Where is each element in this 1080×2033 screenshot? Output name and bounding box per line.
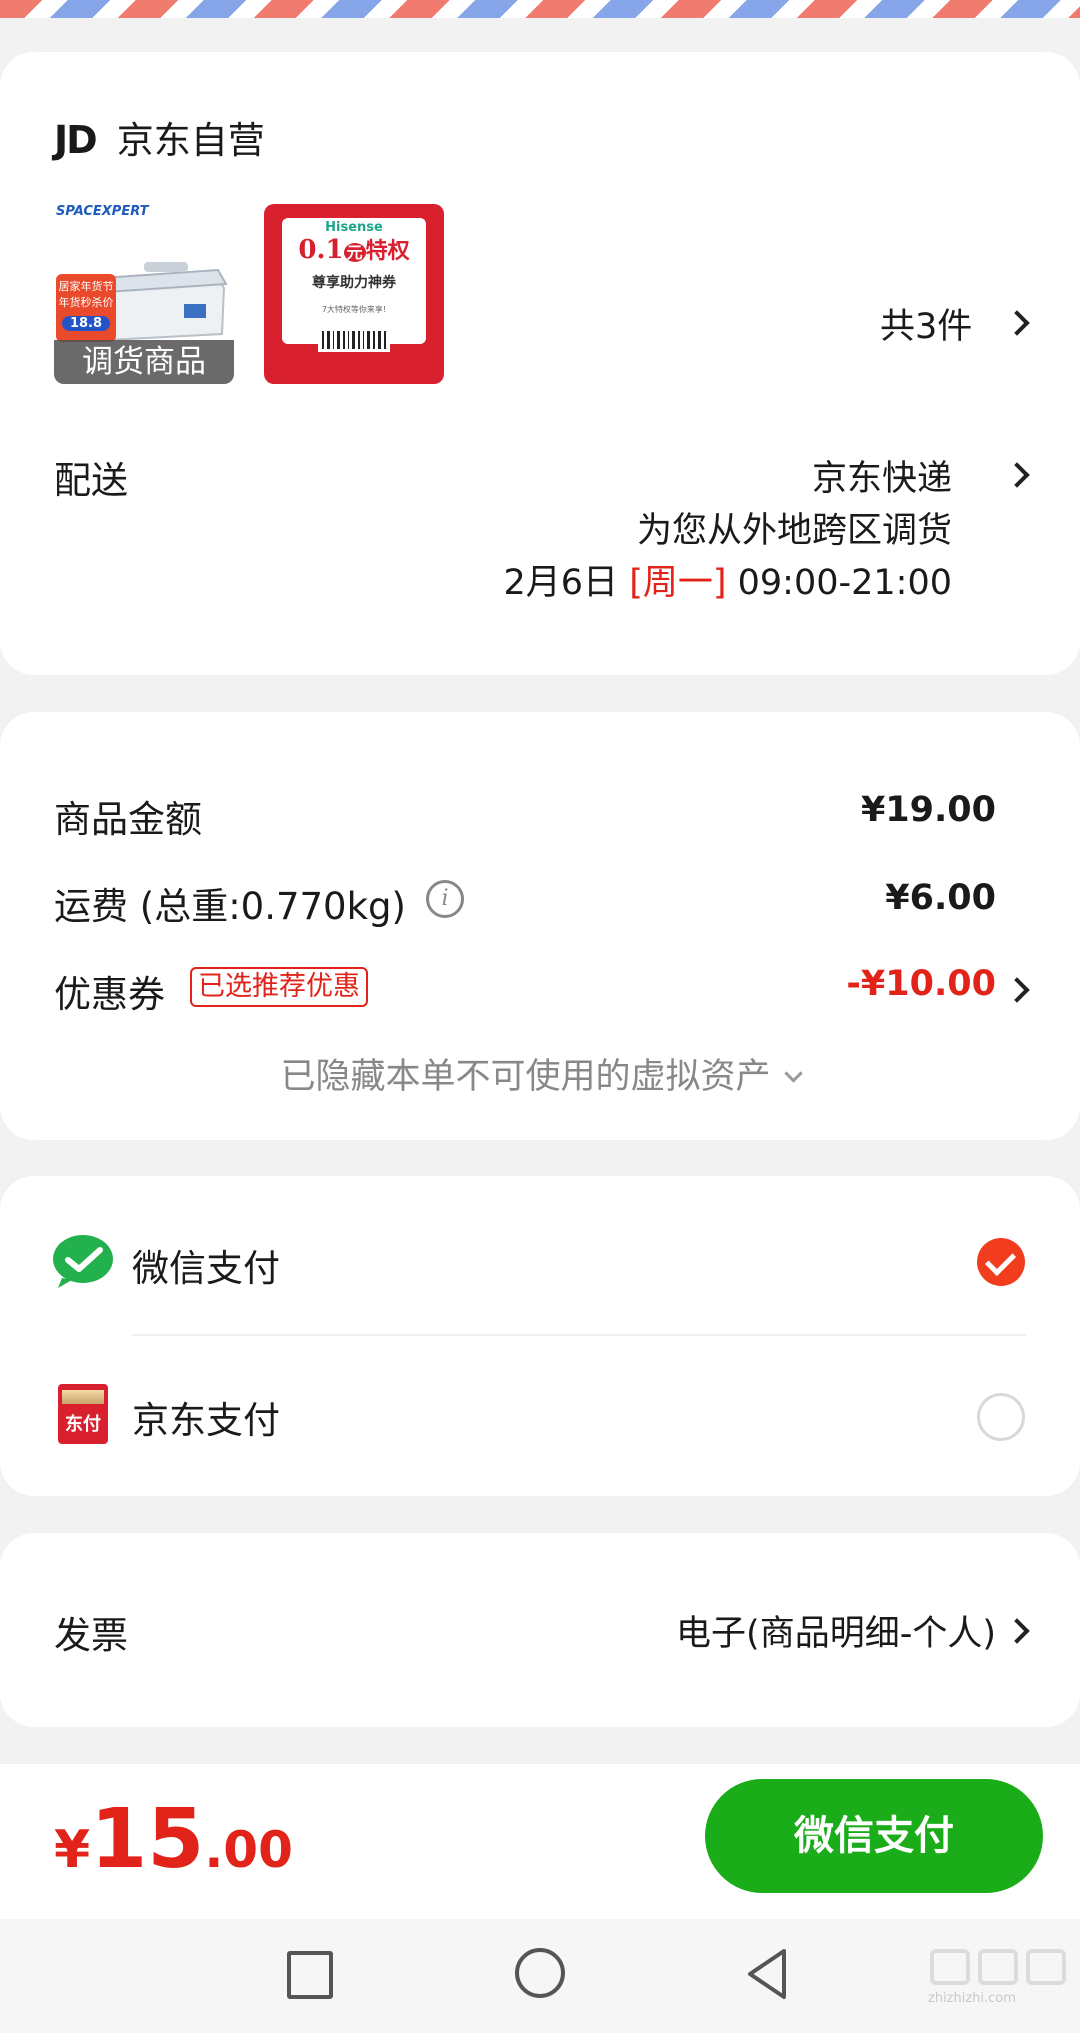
coupon-panel: Hisense 0.1 元特权 尊享助力神券 7大特权等你来享! (282, 218, 426, 344)
shipping-value: ¥6.00 (885, 878, 996, 918)
watermark-glyph (930, 1949, 1066, 1985)
invoice-card[interactable]: 发票 电子(商品明细-个人) (0, 1533, 1080, 1727)
store-name: 京东自营 (116, 119, 265, 162)
goods-amount-value: ¥19.00 (860, 790, 996, 830)
airmail-border (0, 0, 1080, 18)
chevron-down-icon (783, 1064, 803, 1083)
delivery-note: 为您从外地跨区调货 (636, 511, 952, 551)
total-decimal: .00 (204, 1821, 293, 1879)
promo-price: 18.8 (62, 316, 110, 331)
hidden-assets-toggle[interactable]: 已隐藏本单不可使用的虚拟资产 (0, 1048, 1080, 1099)
delivery-label: 配送 (54, 459, 128, 502)
promo-badge-mid: 年货秒杀价 (58, 296, 114, 309)
system-nav-bar: zhizhizhi.com (0, 1919, 1080, 2033)
home-icon[interactable] (515, 1948, 565, 1998)
promo-badge: 居家年货节 年货秒杀价 18.8 (56, 274, 116, 342)
product-thumb-hisense-coupon[interactable]: Hisense 0.1 元特权 尊享助力神券 7大特权等你来享! (264, 204, 444, 384)
promo-badge-top: 居家年货节 (58, 280, 114, 293)
jdpay-icon-text: 东付 (65, 1414, 101, 1435)
transfer-goods-label: 调货商品 (54, 340, 234, 384)
item-count-chevron-icon[interactable] (1004, 310, 1030, 336)
order-card: JD 京东自营 SPACEXPERT 居家年货节 年货秒杀价 18.8 调货商品… (0, 52, 1080, 675)
coupon-title-num: 0.1 (298, 235, 344, 265)
jdpay-icon: 东付 (58, 1384, 108, 1444)
coupon-tag: 已选推荐优惠 (190, 967, 368, 1007)
coupon-chevron-icon[interactable] (1004, 977, 1030, 1003)
product-thumb-storage-box[interactable]: SPACEXPERT 居家年货节 年货秒杀价 18.8 调货商品 (54, 204, 234, 384)
info-icon[interactable]: i (426, 880, 464, 918)
store-header[interactable]: JD 京东自营 (54, 110, 265, 164)
hisense-logo: Hisense (325, 220, 383, 235)
jdpay-icon-band (62, 1390, 104, 1404)
delivery-date: 2月6日 (503, 563, 619, 603)
checkout-bar: ¥15.00 微信支付 (0, 1764, 1080, 1919)
delivery-time: 2月6日 [周一] 09:00-21:00 (504, 554, 953, 605)
hidden-assets-text: 已隐藏本单不可使用的虚拟资产 (280, 1057, 771, 1097)
coupon-fineprint: 7大特权等你来享! (321, 305, 387, 314)
coupon-label: 优惠券 (54, 973, 165, 1016)
delivery-method[interactable]: 京东快递 (812, 450, 952, 501)
payment-option-wechat[interactable]: 微信支付 (0, 1176, 1080, 1326)
coupon-title-unit: 元 (343, 243, 366, 262)
shipping-label: 运费 (总重:0.770kg) (54, 885, 406, 928)
invoice-label: 发票 (54, 1614, 128, 1657)
coupon-title: 0.1 元特权 (282, 235, 426, 268)
coupon-subtitle: 尊享助力神券 (312, 275, 396, 291)
amount-card: 商品金额 ¥19.00 运费 (总重:0.770kg) i ¥6.00 优惠券 … (0, 712, 1080, 1140)
invoice-value: 电子(商品明细-个人) (676, 1614, 996, 1654)
total-price: ¥15.00 (54, 1792, 293, 1887)
delivery-chevron-icon[interactable] (1004, 462, 1030, 488)
payment-option-jdpay[interactable]: 东付 京东支付 (0, 1336, 1080, 1496)
goods-amount-label: 商品金额 (54, 798, 202, 841)
total-currency: ¥ (54, 1820, 91, 1880)
coupon-title-rest: 特权 (365, 238, 410, 264)
total-integer: 15 (90, 1792, 205, 1887)
brand-logo: SPACEXPERT (56, 204, 149, 219)
selected-check-icon[interactable] (977, 1238, 1025, 1286)
back-icon[interactable] (744, 1947, 790, 2001)
coupon-value[interactable]: -¥10.00 (846, 964, 996, 1004)
delivery-window: 09:00-21:00 (737, 563, 952, 603)
wechat-pay-icon (53, 1235, 113, 1288)
invoice-chevron-icon[interactable] (1004, 1618, 1030, 1644)
watermark-text: zhizhizhi.com (928, 1991, 1016, 2006)
jdpay-label: 京东支付 (132, 1399, 280, 1442)
watermark-logo: zhizhizhi.com (928, 1947, 1076, 2006)
payment-card: 微信支付 东付 京东支付 (0, 1176, 1080, 1496)
item-count[interactable]: 共3件 (880, 298, 972, 349)
wechat-pay-button[interactable]: 微信支付 (705, 1779, 1043, 1893)
unselected-radio-icon[interactable] (977, 1393, 1025, 1441)
wechat-pay-label: 微信支付 (132, 1247, 280, 1290)
recommended-coupon-tag: 已选推荐优惠 (190, 967, 368, 1007)
jd-logo: JD (54, 118, 98, 162)
barcode-graphic (318, 328, 390, 352)
delivery-weekday: [周一] (629, 563, 727, 603)
recent-apps-icon[interactable] (287, 1951, 333, 1999)
